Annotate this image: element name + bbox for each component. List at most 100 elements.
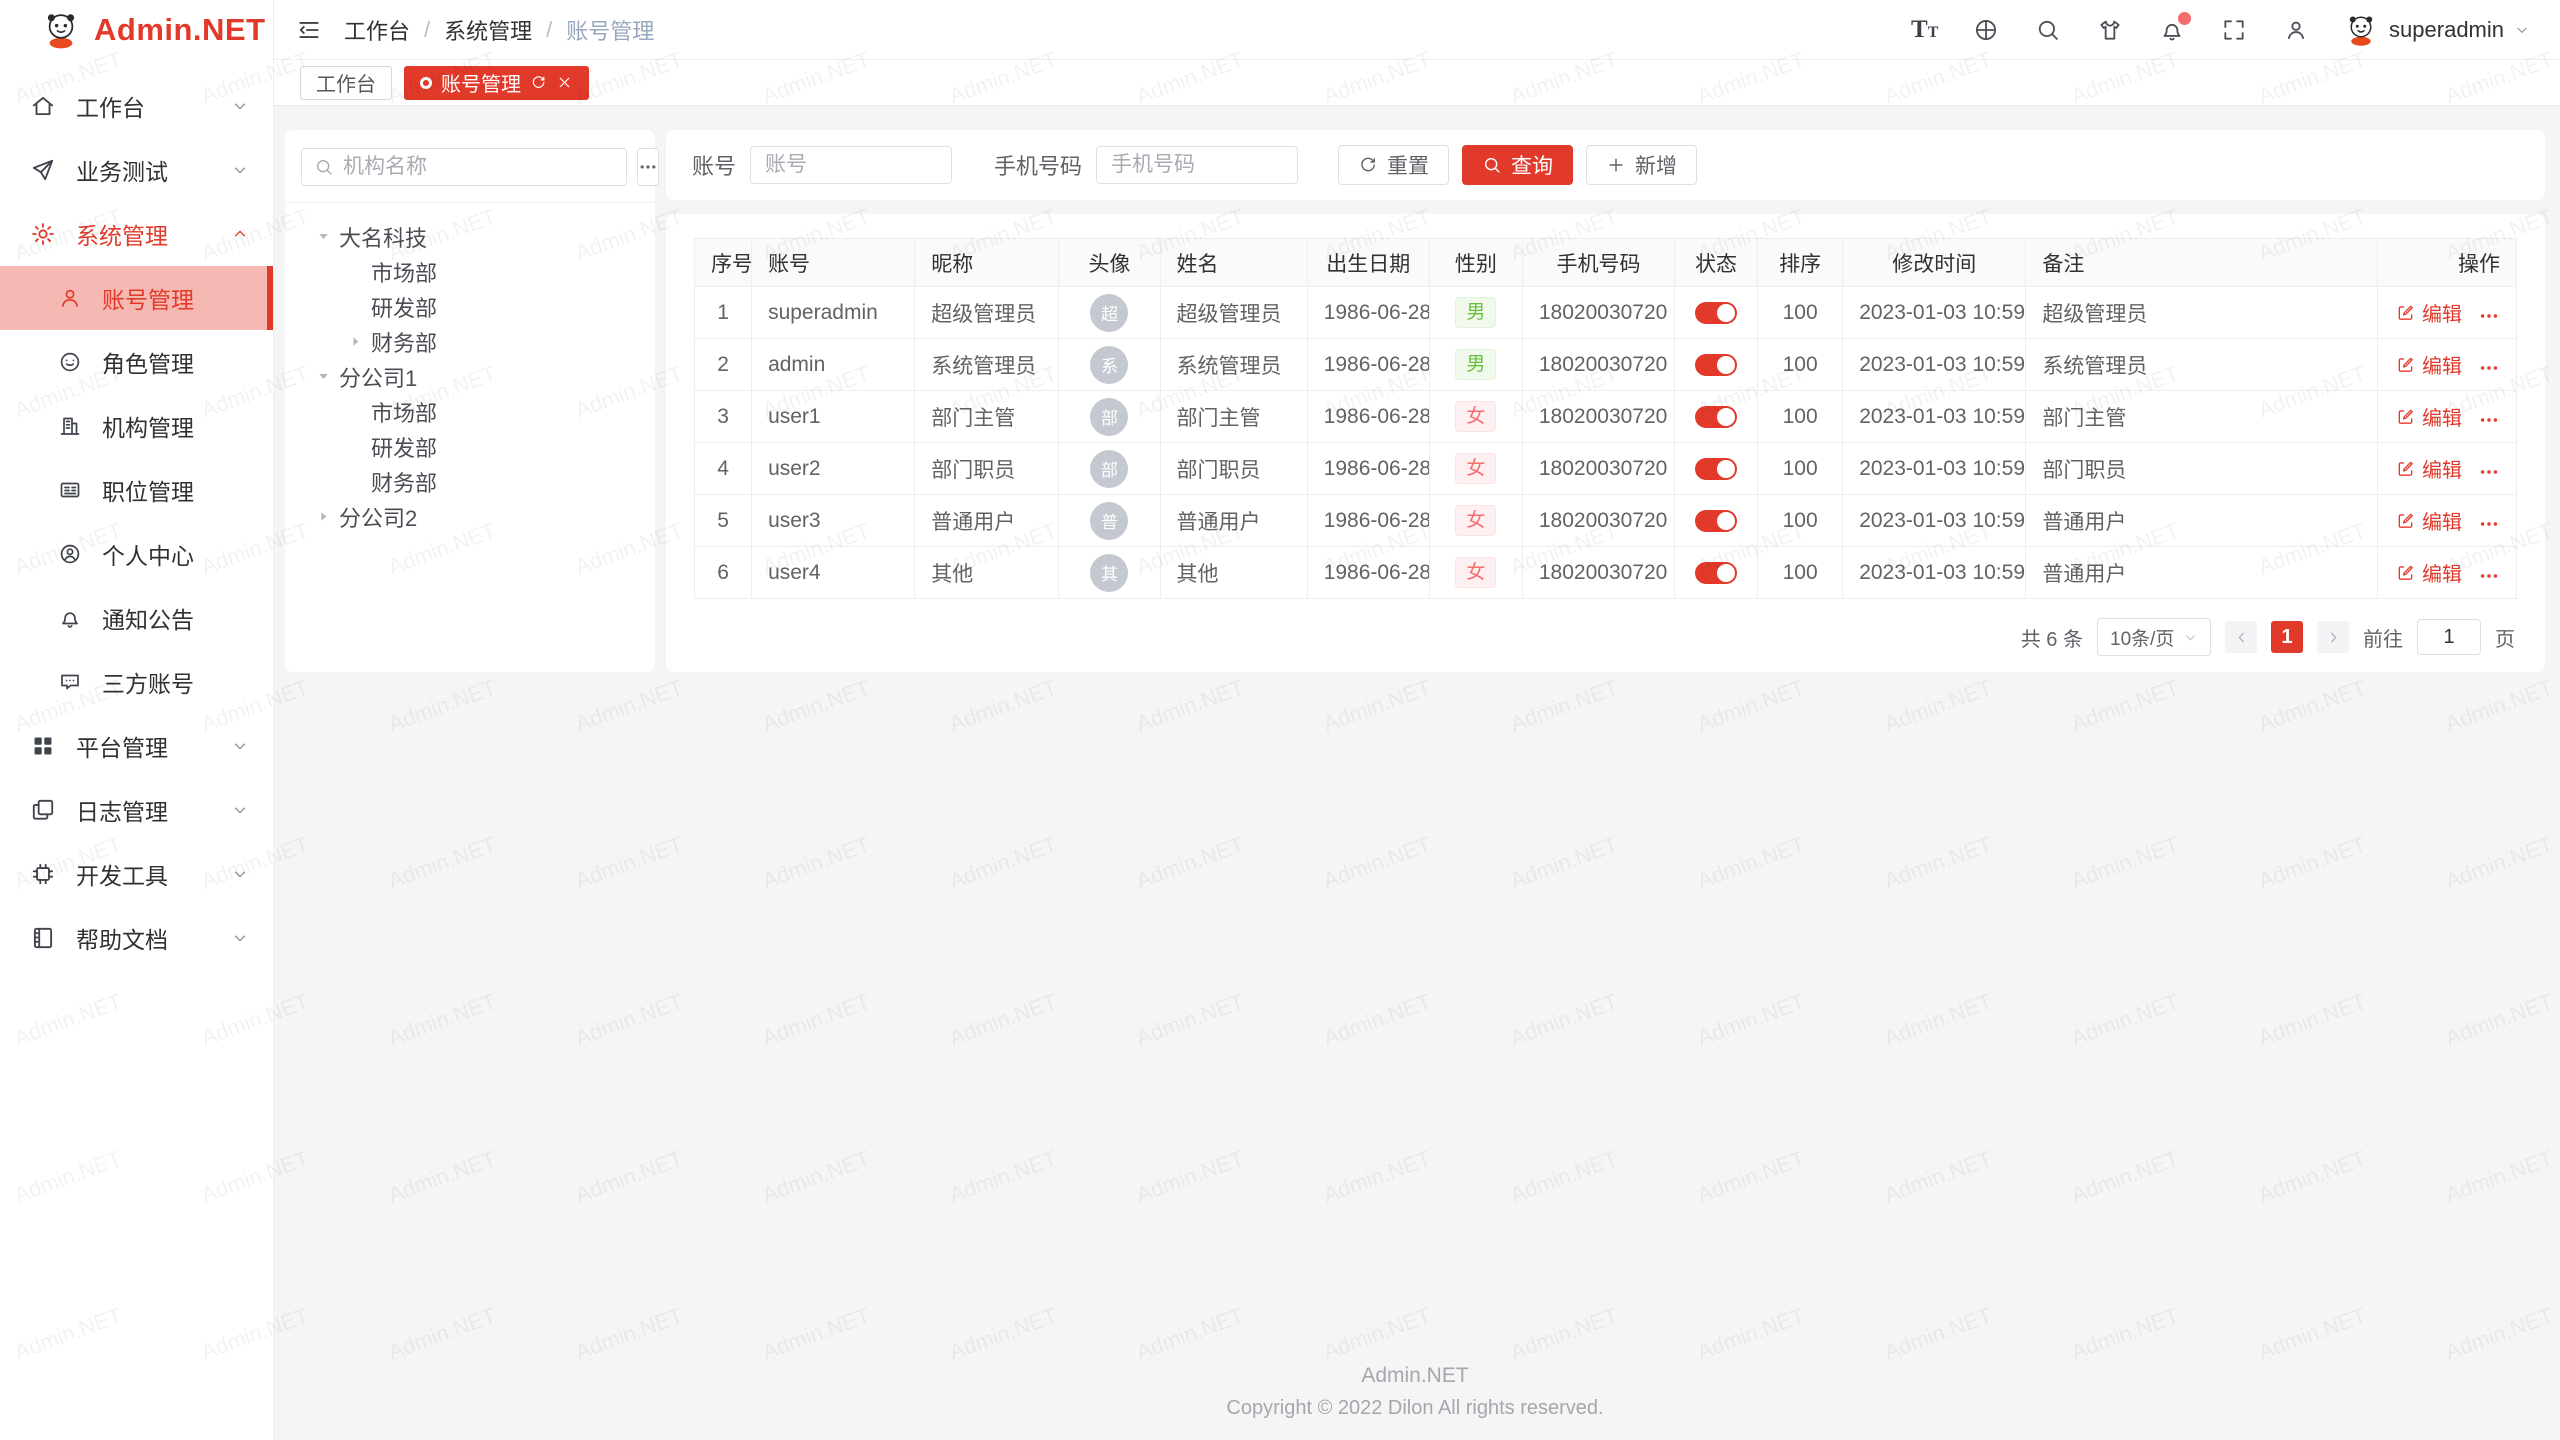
column-header-status: 状态 bbox=[1675, 239, 1758, 287]
search-button[interactable]: 查询 bbox=[1462, 145, 1573, 185]
sidebar-item-system-manage[interactable]: 系统管理 bbox=[0, 202, 273, 266]
caret-right-icon[interactable] bbox=[315, 508, 332, 525]
page-size-select[interactable]: 10条/页 bbox=[2097, 618, 2211, 656]
sidebar-item-log-manage[interactable]: 日志管理 bbox=[0, 778, 273, 842]
sidebar-item-account-manage[interactable]: 账号管理 bbox=[0, 266, 273, 330]
tab-close-icon[interactable] bbox=[556, 74, 573, 91]
theme-button[interactable] bbox=[2097, 17, 2123, 43]
chevron-down-icon bbox=[231, 161, 249, 179]
status-toggle[interactable] bbox=[1695, 510, 1737, 532]
tree-node-org-shichangbu-1[interactable]: 市场部 bbox=[301, 254, 639, 289]
sidebar-item-personal-center[interactable]: 个人中心 bbox=[0, 522, 273, 586]
sidebar-item-role-manage[interactable]: 角色管理 bbox=[0, 330, 273, 394]
sidebar-item-position-manage[interactable]: 职位管理 bbox=[0, 458, 273, 522]
cell-phone: 18020030720 bbox=[1522, 443, 1674, 495]
tree-node-org-yanfabu-2[interactable]: 研发部 bbox=[301, 429, 639, 464]
reset-button[interactable]: 重置 bbox=[1338, 145, 1449, 185]
tree-node-org-caiwubu-1[interactable]: 财务部 bbox=[301, 324, 639, 359]
edit-button[interactable]: 编辑 bbox=[2396, 506, 2462, 535]
notification-button[interactable] bbox=[2159, 17, 2185, 43]
user-icon bbox=[58, 286, 82, 310]
sidebar-item-third-account[interactable]: 三方账号 bbox=[0, 650, 273, 714]
edit-button[interactable]: 编辑 bbox=[2396, 350, 2462, 379]
tree-node-org-yanfabu-1[interactable]: 研发部 bbox=[301, 289, 639, 324]
prev-page-button[interactable] bbox=[2225, 621, 2257, 653]
tab-workbench[interactable]: 工作台 bbox=[300, 66, 392, 100]
font-size-button[interactable]: TT bbox=[1911, 17, 1937, 43]
profile-button[interactable] bbox=[2283, 17, 2309, 43]
row-more-button[interactable] bbox=[2478, 305, 2500, 327]
row-more-button[interactable] bbox=[2478, 565, 2500, 587]
tabbar: 工作台账号管理 bbox=[274, 60, 2560, 106]
fullscreen-button[interactable] bbox=[2221, 17, 2247, 43]
avatar: 普 bbox=[1090, 502, 1128, 540]
row-more-button[interactable] bbox=[2478, 513, 2500, 535]
account-filter-input[interactable] bbox=[750, 146, 952, 184]
org-more-button[interactable] bbox=[637, 148, 659, 186]
sidebar-item-org-manage[interactable]: 机构管理 bbox=[0, 394, 273, 458]
phone-filter-input[interactable] bbox=[1096, 146, 1298, 184]
cell-birth: 1986-06-28 bbox=[1307, 547, 1429, 599]
next-page-button[interactable] bbox=[2317, 621, 2349, 653]
tab-account-manage[interactable]: 账号管理 bbox=[404, 66, 589, 100]
sidebar-item-label: 职位管理 bbox=[102, 473, 249, 507]
language-button[interactable] bbox=[1973, 17, 1999, 43]
tree-node-org-fengongsi1[interactable]: 分公司1 bbox=[301, 359, 639, 394]
tree-node-org-fengongsi2[interactable]: 分公司2 bbox=[301, 499, 639, 534]
status-toggle[interactable] bbox=[1695, 354, 1737, 376]
edit-button[interactable]: 编辑 bbox=[2396, 454, 2462, 483]
sidebar-item-label: 通知公告 bbox=[102, 601, 249, 635]
avatar: 超 bbox=[1090, 294, 1128, 332]
sidebar-item-dev-tools[interactable]: 开发工具 bbox=[0, 842, 273, 906]
plus-icon bbox=[1606, 155, 1626, 175]
org-search-row bbox=[301, 148, 639, 186]
edit-button[interactable]: 编辑 bbox=[2396, 402, 2462, 431]
sidebar-item-label: 开发工具 bbox=[76, 857, 231, 891]
username: superadmin bbox=[2389, 17, 2504, 43]
sidebar-item-workbench[interactable]: 工作台 bbox=[0, 74, 273, 138]
org-tree: 大名科技市场部研发部财务部分公司1市场部研发部财务部分公司2 bbox=[301, 219, 639, 534]
avatar: 部 bbox=[1090, 398, 1128, 436]
caret-placeholder bbox=[347, 473, 364, 490]
sidebar-item-notice[interactable]: 通知公告 bbox=[0, 586, 273, 650]
tree-node-org-damingkeji[interactable]: 大名科技 bbox=[301, 219, 639, 254]
sidebar-item-label: 账号管理 bbox=[102, 281, 243, 315]
caret-right-icon[interactable] bbox=[347, 333, 364, 350]
avatar: 其 bbox=[1090, 554, 1128, 592]
collapse-menu-icon[interactable] bbox=[296, 17, 322, 43]
org-panel: 大名科技市场部研发部财务部分公司1市场部研发部财务部分公司2 bbox=[285, 130, 655, 672]
cell-name: 超级管理员 bbox=[1160, 287, 1307, 339]
status-toggle[interactable] bbox=[1695, 406, 1737, 428]
sidebar-item-business-test[interactable]: 业务测试 bbox=[0, 138, 273, 202]
caret-down-icon[interactable] bbox=[315, 228, 332, 245]
column-header-remark: 备注 bbox=[2026, 239, 2377, 287]
page-1-button[interactable]: 1 bbox=[2271, 621, 2303, 653]
row-more-button[interactable] bbox=[2478, 409, 2500, 431]
tree-node-label: 市场部 bbox=[371, 396, 437, 428]
breadcrumb-item[interactable]: 工作台 bbox=[344, 14, 410, 46]
caret-down-icon[interactable] bbox=[315, 368, 332, 385]
edit-button[interactable]: 编辑 bbox=[2396, 558, 2462, 587]
sidebar-item-platform-manage[interactable]: 平台管理 bbox=[0, 714, 273, 778]
edit-button[interactable]: 编辑 bbox=[2396, 298, 2462, 327]
status-toggle[interactable] bbox=[1695, 458, 1737, 480]
tree-node-org-caiwubu-2[interactable]: 财务部 bbox=[301, 464, 639, 499]
arrow-right-icon bbox=[2325, 629, 2342, 646]
row-more-button[interactable] bbox=[2478, 461, 2500, 483]
breadcrumb-item[interactable]: 系统管理 bbox=[444, 14, 532, 46]
org-search-input[interactable] bbox=[343, 155, 614, 179]
search-button[interactable] bbox=[2035, 17, 2061, 43]
row-more-button[interactable] bbox=[2478, 357, 2500, 379]
mascot-icon bbox=[2343, 12, 2379, 48]
goto-page-input[interactable] bbox=[2417, 619, 2481, 655]
status-toggle[interactable] bbox=[1695, 302, 1737, 324]
add-button[interactable]: 新增 bbox=[1586, 145, 1697, 185]
status-toggle[interactable] bbox=[1695, 562, 1737, 584]
tab-refresh-icon[interactable] bbox=[530, 74, 547, 91]
search-icon bbox=[1482, 155, 1502, 175]
sidebar-item-help-docs[interactable]: 帮助文档 bbox=[0, 906, 273, 970]
sidebar-item-label: 角色管理 bbox=[102, 345, 249, 379]
user-menu[interactable]: superadmin bbox=[2343, 12, 2530, 48]
tree-node-org-shichangbu-2[interactable]: 市场部 bbox=[301, 394, 639, 429]
footer-title: Admin.NET bbox=[285, 1364, 2545, 1388]
